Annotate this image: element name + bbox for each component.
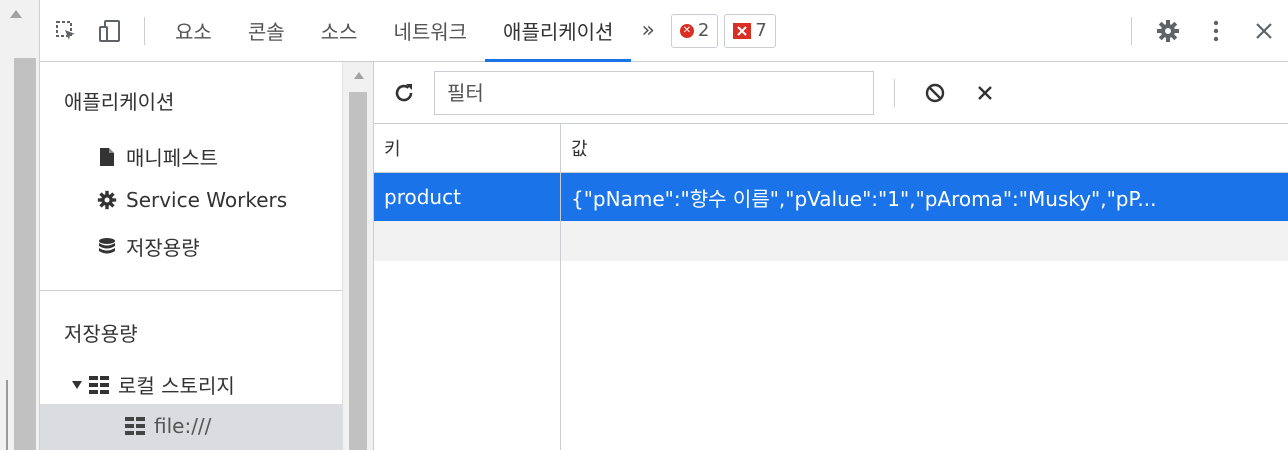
more-options-icon[interactable] — [1192, 0, 1240, 62]
storage-table: 키 값 product {"pName":"향수 이름","pValue":"1… — [374, 124, 1288, 450]
application-sidebar: 애플리케이션 매니페스트 Service Workers 저장용량 저장용량 로… — [40, 62, 342, 450]
toolbar-separator — [894, 78, 895, 107]
device-toolbar-icon[interactable] — [88, 0, 132, 62]
database-icon — [96, 236, 118, 258]
issue-count-badge[interactable]: 7 — [724, 13, 776, 48]
error-count: 2 — [697, 20, 710, 41]
outer-scrollbar-thumb[interactable] — [14, 58, 36, 450]
clear-all-icon[interactable] — [915, 62, 955, 124]
sidebar-scrollbar-thumb[interactable] — [349, 92, 367, 450]
sidebar-item-file-origin-content: file:/// — [124, 414, 211, 438]
sidebar-section-application: 애플리케이션 — [64, 90, 175, 114]
sidebar-item-label: Service Workers — [126, 188, 288, 212]
table-row-empty[interactable] — [374, 221, 1288, 261]
storage-main-panel: 키 값 product {"pName":"향수 이름","pValue":"1… — [374, 62, 1288, 450]
tab-sources[interactable]: 소스 — [303, 0, 376, 62]
toolbar-separator — [144, 16, 145, 45]
grid-table-icon — [124, 415, 146, 437]
expand-triangle-icon[interactable] — [70, 374, 84, 396]
scroll-up-arrow-icon[interactable] — [10, 10, 22, 18]
sidebar-divider — [40, 290, 342, 291]
sidebar-section-storage: 저장용량 — [64, 322, 138, 346]
gear-icon — [96, 189, 118, 211]
more-tabs-button[interactable]: » — [631, 0, 664, 62]
tab-elements[interactable]: 요소 — [157, 0, 230, 62]
cell-key: product — [384, 185, 461, 209]
sidebar-item-label: 매니페스트 — [126, 146, 218, 170]
close-icon[interactable] — [1240, 0, 1288, 62]
filter-input[interactable] — [434, 70, 874, 115]
outer-scrollbar[interactable] — [0, 0, 40, 450]
delete-selected-icon[interactable] — [965, 62, 1005, 124]
tab-network[interactable]: 네트워크 — [375, 0, 485, 62]
tab-application[interactable]: 애플리케이션 — [485, 0, 632, 62]
inspect-element-icon[interactable] — [44, 0, 88, 62]
error-icon: ✕ — [679, 23, 694, 38]
sidebar-item-storage[interactable]: 저장용량 — [96, 232, 200, 261]
devtools-toolbar: 요소 콘솔 소스 네트워크 애플리케이션 » ✕ 2 7 — [40, 0, 1288, 62]
sidebar-item-local-storage[interactable]: 로컬 스토리지 — [70, 370, 235, 399]
grid-table-icon — [88, 374, 110, 396]
issue-flag-icon — [733, 22, 752, 39]
sidebar-item-service-workers[interactable]: Service Workers — [96, 188, 287, 212]
sidebar-item-label: 로컬 스토리지 — [118, 374, 235, 398]
toolbar-separator — [1131, 16, 1132, 45]
column-divider[interactable] — [560, 124, 561, 450]
sidebar-item-label: 저장용량 — [126, 236, 200, 260]
error-count-badge[interactable]: ✕ 2 — [670, 13, 719, 48]
sidebar-scrollbar[interactable] — [342, 62, 374, 450]
refresh-icon[interactable] — [374, 62, 434, 124]
storage-toolbar — [374, 62, 1288, 124]
sidebar-item-label: file:/// — [154, 414, 212, 438]
scrollbar-edge — [6, 380, 8, 450]
scroll-up-arrow-icon[interactable] — [354, 72, 364, 79]
column-header-value[interactable]: 값 — [561, 124, 1288, 172]
issue-count: 7 — [755, 20, 767, 41]
column-header-key[interactable]: 키 — [374, 124, 560, 172]
cell-value: {"pName":"향수 이름","pValue":"1","pAroma":"… — [571, 186, 1157, 211]
document-icon — [96, 146, 118, 168]
gear-icon[interactable] — [1144, 0, 1192, 62]
table-row[interactable]: product {"pName":"향수 이름","pValue":"1","p… — [374, 173, 1288, 221]
tab-console[interactable]: 콘솔 — [230, 0, 303, 62]
sidebar-item-file-origin[interactable]: file:/// — [40, 404, 342, 450]
sidebar-item-manifest[interactable]: 매니페스트 — [96, 142, 218, 171]
toolbar-right-tools — [1119, 0, 1288, 62]
